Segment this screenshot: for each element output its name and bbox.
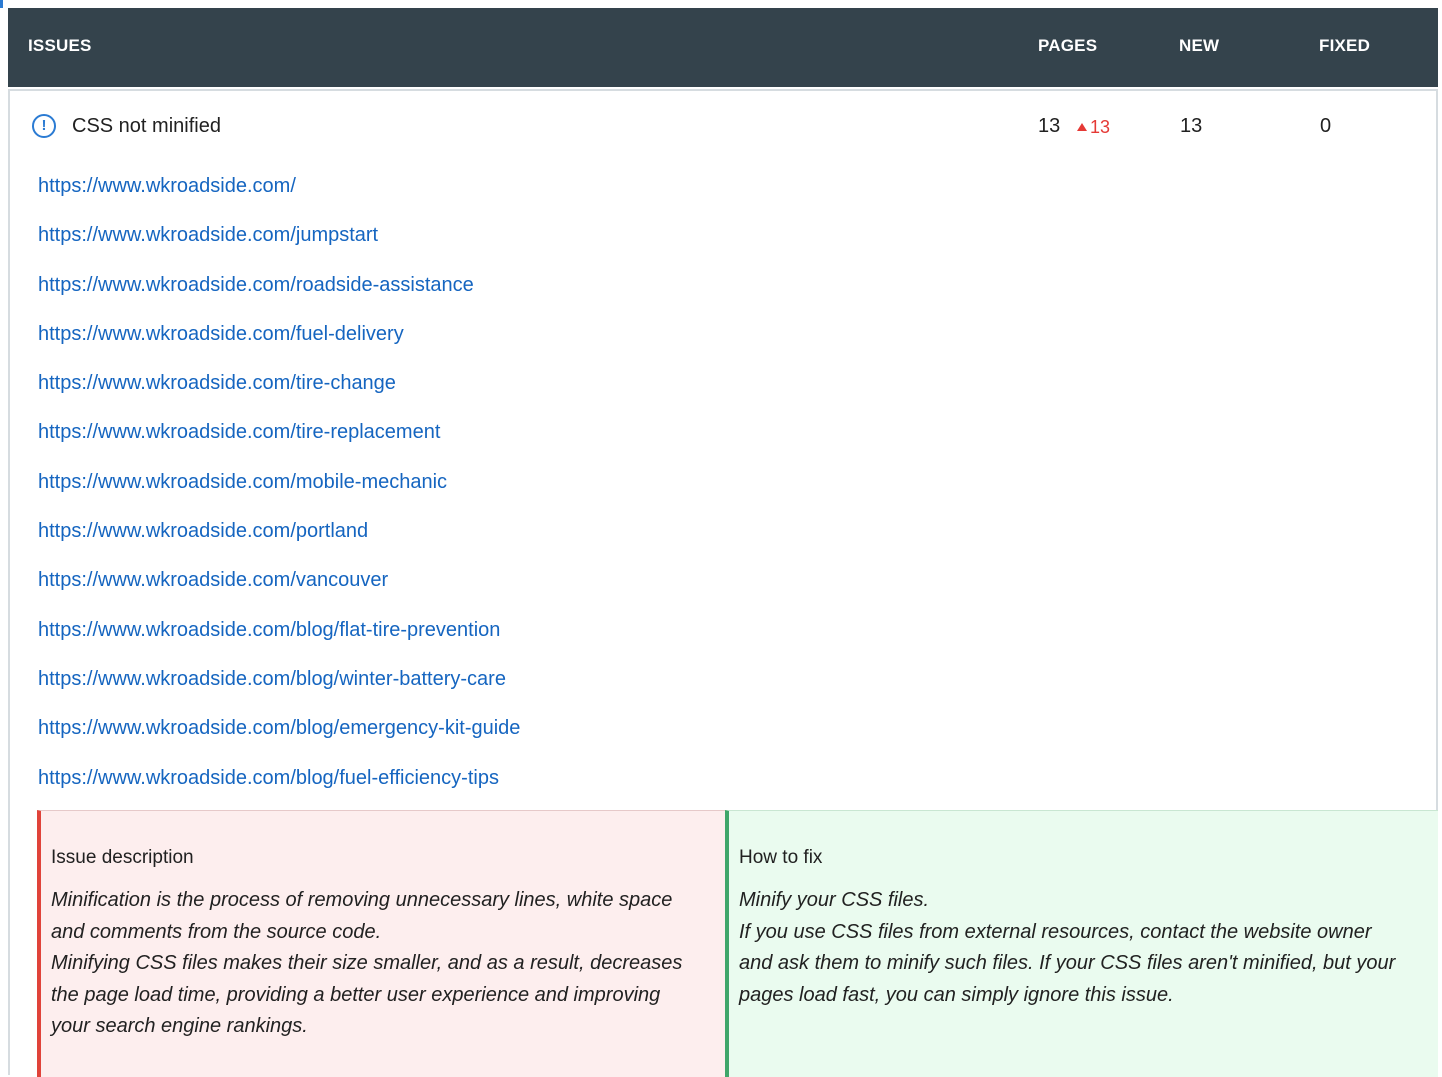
list-item: https://www.wkroadside.com/fuel-delivery [10, 317, 1436, 366]
affected-pages-list: https://www.wkroadside.com/ https://www.… [10, 169, 1436, 810]
issue-description-title: Issue description [51, 847, 194, 868]
table-header: ISSUES PAGES NEW FIXED [8, 8, 1438, 87]
list-item: https://www.wkroadside.com/blog/emergenc… [10, 711, 1436, 760]
list-item: https://www.wkroadside.com/tire-replacem… [10, 415, 1436, 464]
fixed-count: 0 [1320, 115, 1332, 137]
issue-description-text: Minification is the process of removing … [51, 889, 683, 1037]
page-link[interactable]: https://www.wkroadside.com/tire-replacem… [38, 421, 440, 444]
list-item: https://www.wkroadside.com/roadside-assi… [10, 268, 1436, 317]
issue-description-panel: Issue description Minification is the pr… [37, 810, 725, 1077]
list-item: https://www.wkroadside.com/mobile-mechan… [10, 465, 1436, 514]
page-link[interactable]: https://www.wkroadside.com/ [38, 175, 296, 198]
list-item: https://www.wkroadside.com/blog/flat-tir… [10, 613, 1436, 662]
list-item: https://www.wkroadside.com/blog/fuel-eff… [10, 761, 1436, 810]
column-header-issues[interactable]: ISSUES [28, 36, 92, 56]
list-item: https://www.wkroadside.com/ [10, 169, 1436, 218]
pages-count: 13 [1038, 115, 1061, 137]
list-item: https://www.wkroadside.com/tire-change [10, 366, 1436, 415]
list-item: https://www.wkroadside.com/vancouver [10, 563, 1436, 612]
page-link[interactable]: https://www.wkroadside.com/tire-change [38, 372, 396, 395]
pages-delta: 13 [1077, 117, 1110, 138]
page-link[interactable]: https://www.wkroadside.com/portland [38, 520, 368, 543]
how-to-fix-title: How to fix [739, 847, 823, 868]
how-to-fix-panel: How to fix Minify your CSS files. If you… [725, 810, 1438, 1077]
issue-row[interactable]: ! CSS not minified 13 13 13 0 [10, 91, 1436, 163]
issues-table: ISSUES PAGES NEW FIXED ! CSS not minifie… [8, 8, 1438, 1077]
left-accent-bar [0, 0, 3, 8]
page-link[interactable]: https://www.wkroadside.com/blog/emergenc… [38, 717, 520, 740]
page-link[interactable]: https://www.wkroadside.com/mobile-mechan… [38, 471, 447, 494]
issue-info-panels: Issue description Minification is the pr… [10, 810, 1438, 1077]
page-link[interactable]: https://www.wkroadside.com/blog/winter-b… [38, 668, 506, 691]
how-to-fix-text: Minify your CSS files. If you use CSS fi… [739, 889, 1396, 1006]
page-link[interactable]: https://www.wkroadside.com/vancouver [38, 569, 388, 592]
column-header-pages[interactable]: PAGES [1038, 36, 1097, 56]
issue-details: ! CSS not minified 13 13 13 0 https://ww… [8, 89, 1438, 1077]
pages-delta-value: 13 [1090, 117, 1111, 137]
alert-circle-icon: ! [32, 114, 56, 138]
list-item: https://www.wkroadside.com/blog/winter-b… [10, 662, 1436, 711]
page-link[interactable]: https://www.wkroadside.com/jumpstart [38, 224, 378, 247]
page-link[interactable]: https://www.wkroadside.com/blog/flat-tir… [38, 619, 500, 642]
column-header-fixed[interactable]: FIXED [1319, 36, 1370, 56]
page-link[interactable]: https://www.wkroadside.com/fuel-delivery [38, 323, 404, 346]
page-link[interactable]: https://www.wkroadside.com/roadside-assi… [38, 274, 474, 297]
list-item: https://www.wkroadside.com/portland [10, 514, 1436, 563]
list-item: https://www.wkroadside.com/jumpstart [10, 218, 1436, 267]
column-header-new[interactable]: NEW [1179, 36, 1219, 56]
new-count: 13 [1180, 115, 1203, 137]
issue-title: CSS not minified [72, 115, 221, 137]
page-link[interactable]: https://www.wkroadside.com/blog/fuel-eff… [38, 767, 499, 790]
arrow-up-icon [1077, 123, 1087, 131]
